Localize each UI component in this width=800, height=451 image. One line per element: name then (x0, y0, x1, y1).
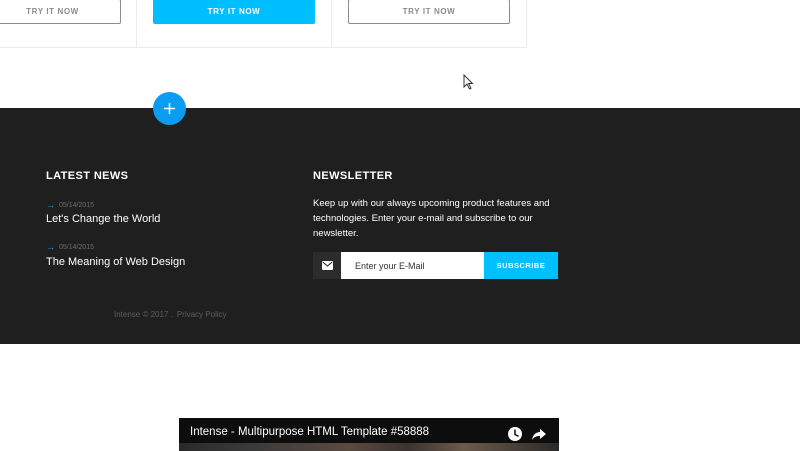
add-button[interactable] (153, 92, 186, 125)
newsletter-form: SUBSCRIBE (313, 252, 558, 279)
mouse-cursor-icon (463, 74, 474, 90)
video-title[interactable]: Intense - Multipurpose HTML Template #58… (190, 426, 429, 438)
footer: LATEST NEWS → 05/14/2015 Let's Change th… (0, 108, 800, 344)
news-date-text: 05/14/2015 (59, 201, 95, 209)
video-thumbnail (179, 443, 559, 451)
news-date-2: → 05/14/2015 (46, 242, 94, 252)
news-title-2[interactable]: The Meaning of Web Design (46, 256, 185, 268)
try-it-now-button-2[interactable]: TRY IT NOW (153, 0, 315, 24)
pricing-card-3: TRY IT NOW (332, 0, 527, 47)
pricing-card-1: TRY IT NOW (0, 0, 137, 47)
privacy-policy-link[interactable]: Privacy Policy (177, 310, 227, 319)
try-it-now-button-1[interactable]: TRY IT NOW (0, 0, 121, 24)
copyright-text: Intense © 2017 . (114, 310, 173, 319)
try-it-now-button-3[interactable]: TRY IT NOW (348, 0, 510, 24)
copyright: Intense © 2017 . Privacy Policy (114, 310, 231, 319)
news-date-text: 05/14/2015 (59, 243, 95, 251)
newsletter-heading: NEWSLETTER (313, 170, 393, 182)
subscribe-button[interactable]: SUBSCRIBE (484, 252, 558, 279)
video-player[interactable]: Intense - Multipurpose HTML Template #58… (179, 418, 559, 451)
share-icon[interactable] (531, 426, 547, 442)
mail-icon (313, 252, 341, 279)
pricing-cards: TRY IT NOW TRY IT NOW TRY IT NOW (0, 0, 527, 48)
newsletter-description: Keep up with our always upcoming product… (313, 198, 550, 239)
news-date-1: → 05/14/2015 (46, 200, 94, 210)
email-input[interactable] (341, 252, 484, 279)
clock-icon[interactable] (507, 426, 523, 442)
plus-icon (163, 102, 176, 115)
news-title-1[interactable]: Let's Change the World (46, 213, 160, 225)
arrow-right-icon: → (46, 242, 55, 252)
arrow-right-icon: → (46, 200, 55, 210)
pricing-divider (0, 47, 527, 48)
pricing-card-2: TRY IT NOW (137, 0, 332, 47)
latest-news-heading: LATEST NEWS (46, 170, 129, 182)
